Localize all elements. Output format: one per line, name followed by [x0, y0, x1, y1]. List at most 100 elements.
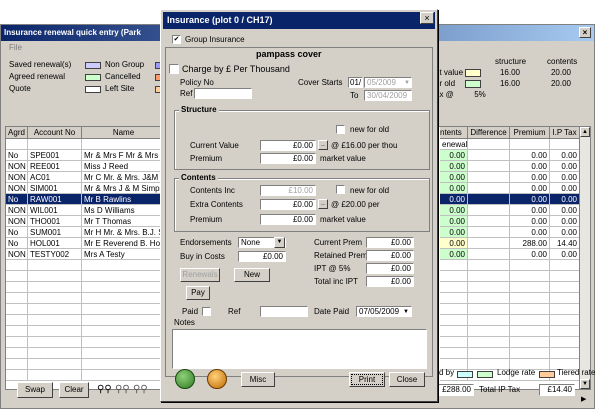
- cell-cont: 0.00: [440, 205, 468, 216]
- paid-checkbox[interactable]: [202, 307, 211, 316]
- extra-contents-lookup-button[interactable]: ..: [318, 199, 328, 209]
- close-button[interactable]: Close: [389, 372, 425, 387]
- col-premium[interactable]: Premium: [510, 127, 550, 139]
- ipt-rate: 5%: [474, 90, 486, 99]
- empty-cell: [550, 271, 580, 282]
- extra-contents-label: Extra Contents: [190, 200, 243, 209]
- cell-agrd: NON: [6, 161, 28, 172]
- contents-market-value-label: market value: [320, 215, 366, 224]
- cell-tax: 0.00: [550, 150, 580, 161]
- empty-cell: [550, 282, 580, 293]
- pay-button[interactable]: Pay: [186, 286, 210, 300]
- current-value-input[interactable]: £0.00: [260, 140, 316, 151]
- empty-cell: [28, 359, 82, 370]
- print-button[interactable]: Print: [349, 372, 385, 387]
- chevron-down-icon[interactable]: ▼: [404, 78, 410, 88]
- buy-in-costs-input[interactable]: £0.00: [238, 251, 286, 262]
- contents-new-for-old-label: new for old: [350, 186, 390, 195]
- group-insurance-checkbox[interactable]: ✔: [172, 35, 181, 44]
- empty-cell: [6, 348, 28, 359]
- cell-cont: 0.00: [440, 172, 468, 183]
- empty-cell: [28, 271, 82, 282]
- contents-premium-input[interactable]: £0.00: [260, 214, 316, 225]
- payment-ref-input[interactable]: [260, 306, 308, 317]
- empty-cell: [82, 315, 166, 326]
- help-icon[interactable]: [207, 369, 227, 389]
- empty-cell: [510, 271, 550, 282]
- col-agrd[interactable]: Agrd: [6, 127, 28, 139]
- empty-cell: [468, 326, 510, 337]
- legend-lodge-label: Lodge rate: [497, 368, 536, 377]
- cell-acc: HOL001: [28, 238, 82, 249]
- binoculars-icon[interactable]: ⚲⚲: [97, 385, 112, 395]
- legend-label: Saved renewal(s): [9, 60, 72, 69]
- cover-start-day[interactable]: 01/: [348, 77, 363, 88]
- scroll-up-button[interactable]: ▲: [580, 127, 590, 137]
- current-value-lookup-button[interactable]: ..: [318, 140, 328, 150]
- contents-new-for-old-checkbox[interactable]: [336, 185, 345, 194]
- cell-agrd: No: [6, 238, 28, 249]
- table-scrollbar[interactable]: ▲ ▼: [579, 127, 590, 389]
- legend-swatch-lodge: [477, 371, 493, 378]
- cell-diff: [468, 194, 510, 205]
- cell-agrd: No: [6, 150, 28, 161]
- contents-inc-input[interactable]: £10.00: [260, 185, 316, 196]
- empty-cell: [550, 293, 580, 304]
- notes-label: Notes: [174, 318, 195, 327]
- empty-cell: [6, 326, 28, 337]
- ref-input[interactable]: [194, 88, 252, 99]
- total-premium-field: £288.00: [438, 384, 474, 396]
- ipt-field: £0.00: [366, 263, 414, 274]
- cell-name: Mr & Mrs J & M Simpsor: [82, 183, 166, 194]
- cell-name: Mrs A Testy: [82, 249, 166, 260]
- charge-per-thousand-checkbox[interactable]: [169, 64, 179, 74]
- empty-cell: [82, 337, 166, 348]
- new-button[interactable]: New: [234, 268, 270, 282]
- empty-cell: [550, 304, 580, 315]
- misc-button[interactable]: Misc: [241, 372, 275, 387]
- refresh-icon[interactable]: [175, 369, 195, 389]
- structure-premium-input[interactable]: £0.00: [260, 153, 316, 164]
- dialog-close-button[interactable]: ×: [420, 12, 434, 24]
- contents-title: Contents: [179, 173, 218, 182]
- screen: Insurance renewal quick entry (Park × Fi…: [0, 0, 595, 409]
- notes-textarea[interactable]: [172, 329, 427, 369]
- cell-name: Mr E Reverend B. Holy: [82, 238, 166, 249]
- col-ip-tax[interactable]: I.P Tax: [550, 127, 580, 139]
- cell-premium: 0.00: [510, 183, 550, 194]
- empty-cell: [6, 359, 28, 370]
- empty-cell: [510, 282, 550, 293]
- renewals-button[interactable]: Renewals: [180, 268, 220, 282]
- extra-contents-input[interactable]: £0.00: [260, 199, 316, 210]
- cell-tax: 0.00: [550, 227, 580, 238]
- chevron-down-icon[interactable]: ▼: [403, 307, 409, 317]
- total-ip-tax-label: Total IP Tax: [479, 385, 521, 394]
- col-name[interactable]: Name: [82, 127, 166, 139]
- cover-end-date[interactable]: 30/04/2009: [364, 90, 412, 101]
- chevron-down-icon[interactable]: ▼: [274, 237, 285, 248]
- cell-name: Mr & Mrs F Mr & Mrs Sp: [82, 150, 166, 161]
- clear-button[interactable]: Clear: [59, 382, 89, 398]
- legend-label: Quote: [9, 84, 31, 93]
- empty-cell: [82, 348, 166, 359]
- col-account-no[interactable]: Account No: [28, 127, 82, 139]
- cell-acc: THO001: [28, 216, 82, 227]
- cell-tax: 0.00: [550, 216, 580, 227]
- cell-premium: 0.00: [510, 216, 550, 227]
- cell-name: Mr C Mr. & Mrs. J&M Sir: [82, 172, 166, 183]
- find-previous-icon[interactable]: ⚲⚲: [115, 385, 130, 395]
- policy-no-label: Policy No: [180, 78, 214, 87]
- swap-button[interactable]: Swap: [17, 382, 53, 398]
- scroll-right-icon[interactable]: ▶: [581, 395, 586, 405]
- rates-header-structure: structure: [495, 57, 527, 66]
- cell-agrd: NON: [6, 183, 28, 194]
- scroll-down-button[interactable]: ▼: [580, 379, 590, 389]
- col-difference[interactable]: Difference: [468, 127, 510, 139]
- renewal-window-close-button[interactable]: ×: [579, 27, 591, 38]
- cell-agrd: NON: [6, 216, 28, 227]
- charge-per-thousand-label: Charge by £ Per Thousand: [182, 64, 290, 74]
- structure-new-for-old-checkbox[interactable]: [336, 125, 345, 134]
- find-next-icon[interactable]: ⚲⚲: [133, 385, 148, 395]
- empty-cell: [6, 271, 28, 282]
- col-contents[interactable]: ntents: [440, 127, 468, 139]
